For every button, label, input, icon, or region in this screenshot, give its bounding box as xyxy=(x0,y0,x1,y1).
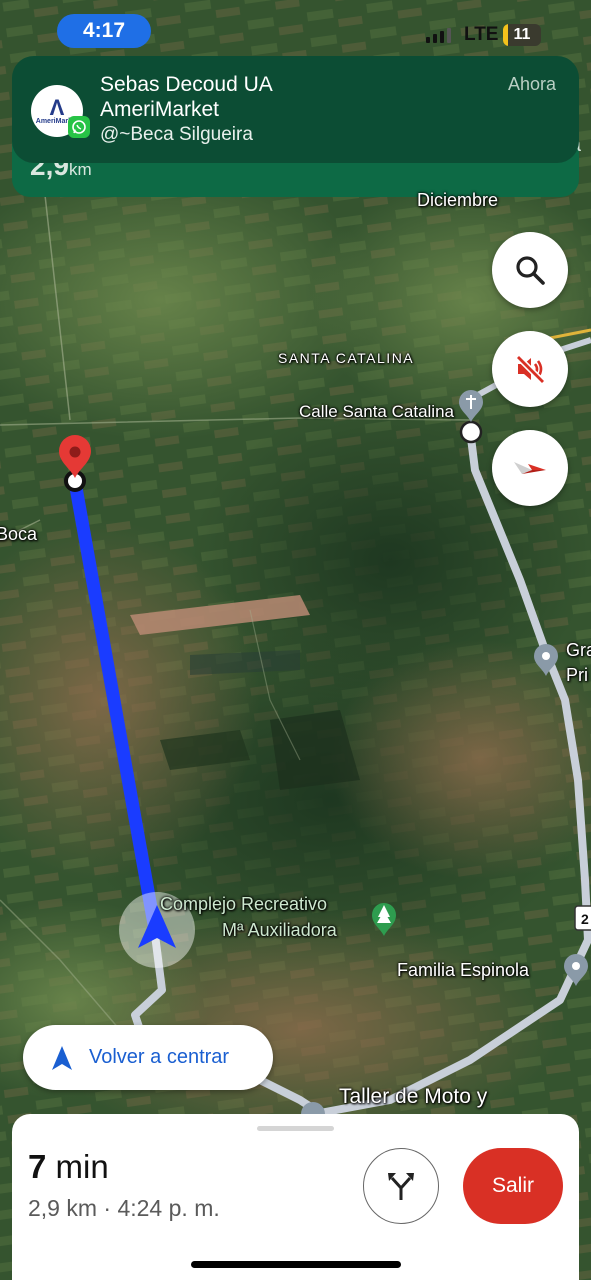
map-label-familia-espinola: Familia Espinola xyxy=(397,960,530,980)
notification-title-line1: Sebas Decoud UA xyxy=(100,73,273,96)
recenter-button[interactable]: Volver a centrar xyxy=(23,1025,273,1090)
trip-summary-sheet[interactable]: 7 min 2,9 km · 4:24 p. m. Salir xyxy=(12,1114,579,1280)
cellular-signal-icon xyxy=(426,28,451,43)
map-label-pri: Pri xyxy=(566,665,588,685)
notification-title-line2: AmeriMarket xyxy=(100,98,220,121)
road-shield-icon: 2 xyxy=(574,905,591,931)
battery-level: 11 xyxy=(513,26,531,43)
map-label-santa-catalina: SANTA CATALINA xyxy=(278,350,415,366)
notification-body: @~Beca Silgueira xyxy=(100,124,253,145)
svg-text:2: 2 xyxy=(581,911,589,927)
alt-route-icon xyxy=(388,1173,414,1200)
search-button[interactable] xyxy=(492,232,568,308)
map-label-complejo-line2: Mª Auxiliadora xyxy=(222,920,337,940)
network-type: LTE xyxy=(464,24,499,45)
map-label-gra: Gra xyxy=(566,640,591,660)
volume-off-icon xyxy=(515,354,546,385)
notification-time: Ahora xyxy=(507,74,556,94)
mute-button[interactable] xyxy=(492,331,568,407)
home-indicator[interactable] xyxy=(191,1261,401,1268)
sheet-drag-handle[interactable] xyxy=(257,1126,334,1131)
map-label-taller: Taller de Moto y xyxy=(339,1085,488,1108)
map-label-complejo-line1: Complejo Recreativo xyxy=(160,894,328,914)
search-icon xyxy=(516,256,545,285)
compass-icon xyxy=(514,462,546,474)
map-label-diciembre: Diciembre xyxy=(417,190,499,210)
notification-title: Sebas Decoud UA AmeriMarket xyxy=(100,72,273,122)
whatsapp-icon xyxy=(68,116,90,138)
trip-distance-arrival: 2,9 km · 4:24 p. m. xyxy=(28,1195,220,1221)
status-time[interactable]: 4:17 xyxy=(57,14,151,48)
battery-icon: 11 xyxy=(503,24,541,46)
compass-button[interactable] xyxy=(492,430,568,506)
eta-value: 7 xyxy=(28,1148,47,1185)
recenter-label: Volver a centrar xyxy=(89,1046,230,1068)
status-bar: 4:17 LTE 11 xyxy=(0,0,591,60)
eta-unit: min xyxy=(55,1148,109,1185)
ameri-logo-icon: Λ xyxy=(49,94,65,120)
alternate-routes-button[interactable] xyxy=(363,1148,439,1224)
navigation-arrow-icon xyxy=(52,1045,72,1070)
whatsapp-notification[interactable]: Λ AmeriMarket Sebas Decoud UA AmeriMarke… xyxy=(12,56,579,163)
exit-button[interactable]: Salir xyxy=(463,1148,563,1224)
map-label-calle-santa-catalina: Calle Santa Catalina xyxy=(299,402,454,421)
map-label-boca: Boca xyxy=(0,524,38,544)
eta-duration: 7 min xyxy=(28,1148,109,1186)
